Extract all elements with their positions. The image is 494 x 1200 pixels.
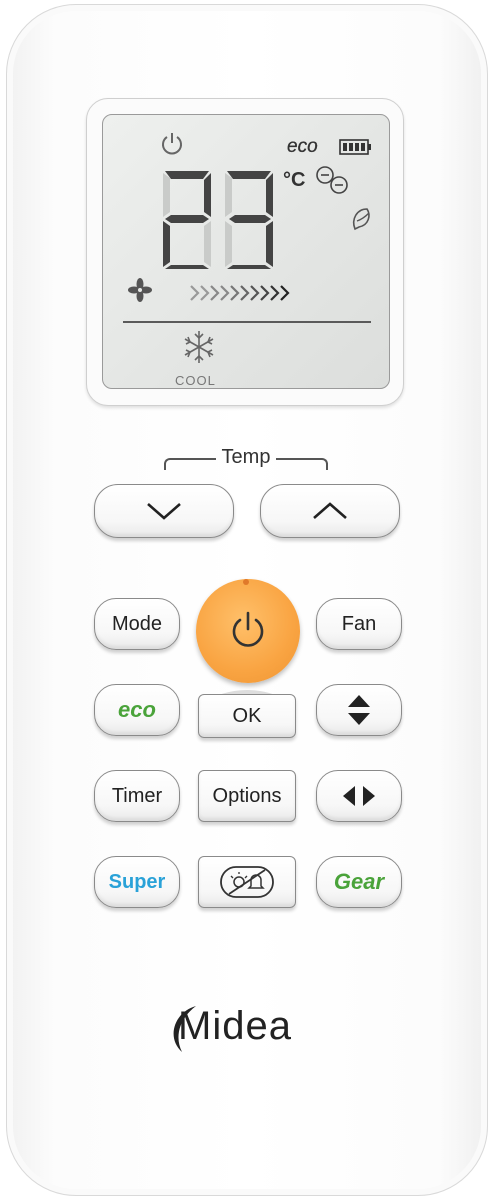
timer-button-label: Timer — [111, 784, 163, 807]
chevron-up-icon — [313, 502, 347, 519]
lcd-eco-icon: eco — [287, 136, 318, 157]
ok-button-label: OK — [232, 704, 262, 727]
timer-button[interactable]: Timer — [94, 770, 180, 822]
gear-button-label: Gear — [333, 869, 385, 894]
options-button-label: Options — [212, 784, 282, 807]
temp-label-group: Temp — [160, 446, 332, 476]
lcd-frame: eco °C COOL — [86, 98, 404, 406]
light-buzzer-button[interactable] — [198, 856, 296, 908]
lcd-eco-text: eco — [287, 136, 318, 157]
leaf-icon — [352, 208, 370, 231]
mode-button[interactable]: Mode — [94, 598, 180, 650]
temp-down-button[interactable] — [94, 484, 234, 538]
timer-icon — [316, 166, 348, 194]
lcd-power-icon — [162, 133, 182, 155]
horizontal-swing-button[interactable] — [316, 770, 402, 822]
snowflake-icon — [184, 331, 214, 363]
brand-logo: Midea — [178, 1004, 292, 1048]
ok-button[interactable]: OK — [198, 694, 296, 738]
temp-up-button[interactable] — [260, 484, 400, 538]
wind-arrows-icon — [190, 285, 290, 301]
light-buzzer-icon — [220, 866, 274, 898]
lcd-screen: eco °C COOL — [102, 114, 390, 389]
vertical-swing-icon — [348, 695, 370, 725]
fan-button[interactable]: Fan — [316, 598, 402, 650]
fan-button-label: Fan — [341, 612, 377, 635]
temp-label: Temp — [221, 446, 271, 468]
eco-button[interactable]: eco — [94, 684, 180, 736]
temperature-display — [163, 171, 273, 269]
options-button[interactable]: Options — [198, 770, 296, 822]
horizontal-swing-icon — [343, 786, 375, 806]
chevron-down-icon — [147, 503, 181, 520]
power-icon — [232, 611, 264, 647]
eco-button-label: eco — [118, 697, 156, 722]
vertical-swing-button[interactable] — [316, 684, 402, 736]
gear-button[interactable]: Gear — [316, 856, 402, 908]
fan-icon — [128, 278, 152, 302]
battery-icon — [339, 139, 371, 155]
lcd-divider — [123, 321, 371, 323]
power-indicator-led — [243, 579, 249, 585]
mode-button-label: Mode — [111, 612, 163, 635]
power-button[interactable] — [196, 579, 300, 683]
mode-label: COOL — [175, 373, 216, 388]
super-button[interactable]: Super — [94, 856, 180, 908]
super-button-label: Super — [108, 870, 166, 893]
temperature-unit: °C — [283, 169, 306, 191]
